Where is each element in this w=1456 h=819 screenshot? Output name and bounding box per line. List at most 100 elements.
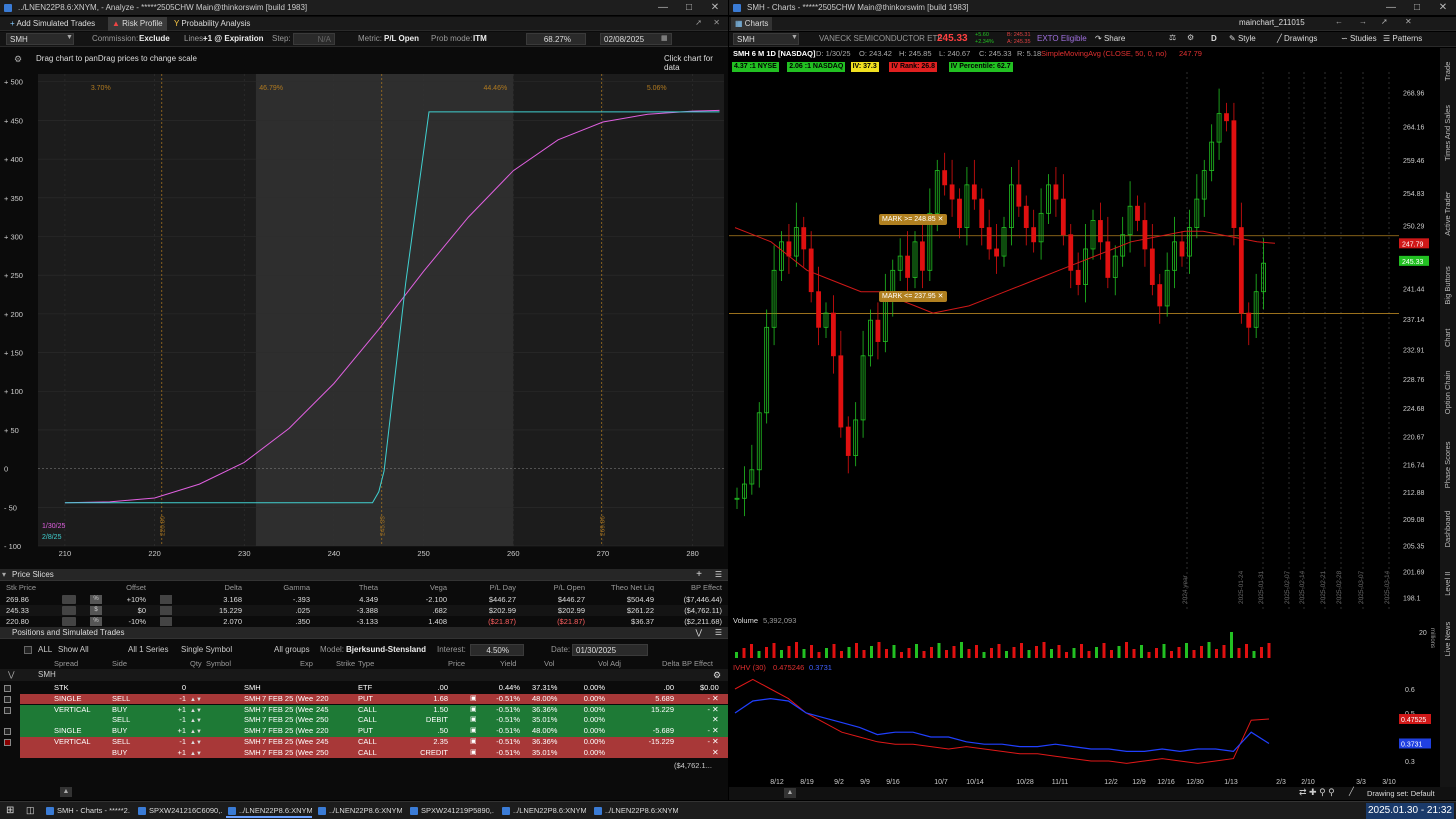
minimize-icon[interactable]: —	[650, 0, 676, 16]
share-button[interactable]: ↷ Share	[1095, 34, 1125, 43]
interest-input[interactable]: 4.50%	[470, 644, 524, 656]
probability-analysis-button[interactable]: Y Probability Analysis	[170, 17, 254, 31]
close-panel-icon[interactable]: ✕	[713, 18, 720, 27]
calendar-icon[interactable]: ▦	[661, 34, 668, 42]
collapse-icon[interactable]: ▾	[2, 569, 6, 581]
position-row[interactable]: BUY +1 SMH 7 FEB 25 (Wee 250 CALL CREDIT -0.51%…	[20, 747, 728, 759]
remove-icon[interactable]: ✕	[712, 705, 719, 716]
step-input[interactable]: N/A	[293, 33, 335, 45]
row-checkbox[interactable]	[4, 695, 11, 703]
series-dropdown[interactable]: All 1 Series	[128, 643, 168, 657]
expand-icon[interactable]: ⋁	[8, 669, 15, 681]
row-checkbox[interactable]	[4, 685, 11, 692]
gear-icon[interactable]: ⚙	[1187, 33, 1194, 42]
position-row[interactable]: SELL -1 SMH 7 FEB 25 (Wee 250 CALL DEBIT -0.51%…	[20, 715, 728, 726]
scroll-up-icon[interactable]: ▲	[784, 788, 796, 798]
side-stepper[interactable]: ▲▼	[190, 716, 202, 724]
collapse-icon[interactable]: ⋁	[695, 627, 702, 639]
add-slice-icon[interactable]: +	[696, 569, 702, 581]
windows-start-icon[interactable]: ⊞	[6, 806, 16, 816]
single-symbol-dropdown[interactable]: Single Symbol	[181, 643, 232, 657]
side-tab[interactable]: Dashboard	[1440, 502, 1456, 555]
close-icon[interactable]: ✕	[702, 0, 728, 16]
charts-tab[interactable]: ▦ Charts	[731, 17, 773, 31]
studies-button[interactable]: ∽ Studies	[1341, 34, 1377, 43]
taskbar-item[interactable]: SPXW241219P5890,...	[408, 804, 494, 818]
taskbar-item[interactable]: ../LNEN22P8.6:XNYM...	[592, 804, 678, 818]
side-tab[interactable]: Option Chain	[1440, 359, 1456, 426]
remove-icon[interactable]: ✕	[712, 748, 719, 759]
maximize-icon[interactable]: □	[1404, 0, 1430, 16]
show-all-dropdown[interactable]: Show All	[58, 643, 89, 657]
remove-icon[interactable]: ✕	[712, 737, 719, 748]
close-icon[interactable]: ✕	[1430, 0, 1456, 16]
remove-icon[interactable]: ✕	[712, 726, 719, 737]
commission-value[interactable]: Exclude	[139, 32, 170, 46]
drawing-set-label[interactable]: Drawing set: Default	[1367, 789, 1435, 798]
side-stepper[interactable]: ▲▼	[190, 727, 202, 735]
bottom-scroll[interactable]: ▲	[60, 787, 72, 797]
maximize-icon[interactable]: □	[676, 0, 702, 16]
taskbar-item[interactable]: SPXW241216C6090,...	[136, 804, 222, 818]
add-simulated-trades-button[interactable]: + Add Simulated Trades	[6, 17, 99, 31]
forward-icon[interactable]: →	[1359, 17, 1367, 26]
probability-input[interactable]: 68.27%	[526, 33, 586, 45]
menu-icon[interactable]: ☰	[715, 627, 722, 639]
price-chart[interactable]: 268.96 264.16 259.46 254.83 250.29 241.44 237.…	[729, 72, 1440, 612]
mark-upper-order[interactable]: MARK >= 248.85 ✕	[879, 214, 947, 225]
drawings-button[interactable]: ╱ Drawings	[1277, 34, 1317, 43]
taskbar-item[interactable]: ../LNEN22P8.6:XNYM...	[316, 804, 402, 818]
price-slice-row[interactable]: 269.86% +10% 3.168 -.393 4.349 -2.100 $446.27 $…	[0, 594, 728, 605]
taskbar-item[interactable]: ../LNEN22P8.6:XNYM...	[226, 804, 312, 818]
patterns-button[interactable]: ☰ Patterns	[1383, 34, 1422, 43]
settings-icon[interactable]: ⚙	[14, 54, 22, 65]
offset-stepper[interactable]	[62, 595, 76, 604]
prob-mode-value[interactable]: ITM	[473, 32, 487, 46]
side-tab[interactable]: Big Buttons	[1440, 254, 1456, 317]
chevron-down-icon[interactable]: ▼	[791, 34, 798, 41]
taskbar-item[interactable]: ../LNEN22P8.6:XNYM...	[500, 804, 586, 818]
offset-stepper[interactable]	[62, 606, 76, 615]
gear-icon[interactable]: ⚙	[713, 669, 721, 681]
lines-value[interactable]: +1 @ Expiration	[203, 32, 263, 46]
risk-profile-chart[interactable]: 3.70% 46.79% 44.46% 5.06%+ 500+ 450+ 400+ 3…	[0, 68, 728, 558]
position-row[interactable]: VERTICAL BUY +1 SMH 7 FEB 25 (Wee 245 CALL 1.50…	[4, 704, 728, 716]
row-checkbox[interactable]	[4, 728, 11, 736]
model-dropdown[interactable]: Bjerksund-Stensland	[346, 643, 426, 657]
zoom-controls[interactable]: ⇄ ✚ ⚲ ⚲	[1299, 787, 1335, 798]
side-tab[interactable]: Phase Scores	[1440, 431, 1456, 498]
checkbox[interactable]	[24, 646, 32, 654]
pin-icon[interactable]: ➚	[1381, 17, 1388, 26]
drawing-tool-icon[interactable]: ╱	[1349, 787, 1354, 796]
period-button[interactable]: D	[1211, 34, 1217, 43]
position-row[interactable]: STK 0 SMH ETF .00 0.44% 37.31% 0.00% .00 $0.00	[4, 683, 728, 694]
position-row[interactable]: VERTICAL SELL -1 SMH 7 FEB 25 (Wee 245 CALL 2.3…	[4, 737, 728, 748]
price-slice-row[interactable]: 245.33 $ $0 15.229.025 -3.388.682 $202.99 $202…	[0, 605, 728, 616]
chart-symbol-input[interactable]: SMH	[733, 33, 799, 45]
side-tab[interactable]: Trade	[1440, 54, 1456, 89]
row-checkbox[interactable]	[4, 706, 11, 714]
offset-stepper[interactable]	[62, 617, 76, 626]
mark-lower-order[interactable]: MARK <= 237.95 ✕	[879, 291, 947, 302]
positions-date-input[interactable]: 01/30/2025	[572, 644, 648, 656]
side-stepper[interactable]: ▲▼	[190, 738, 202, 746]
side-tab[interactable]: Chart	[1440, 320, 1456, 355]
metric-value[interactable]: P/L Open	[384, 32, 419, 46]
remove-icon[interactable]: ✕	[712, 715, 719, 726]
menu-icon[interactable]: ☰	[715, 569, 722, 581]
task-view-icon[interactable]: ◫	[26, 805, 35, 816]
taskbar-item[interactable]: SMH - Charts - *****2...	[44, 804, 130, 818]
side-stepper[interactable]: ▲▼	[190, 695, 202, 703]
side-tab[interactable]: Times And Sales	[1440, 93, 1456, 174]
symbol-input[interactable]: SMH	[6, 33, 74, 45]
close-panel-icon[interactable]: ✕	[1405, 17, 1412, 26]
position-row[interactable]: SINGLE SELL -1 SMH 7 FEB 25 (Wee 220 PUT 1.68 -0…	[4, 693, 728, 705]
flask-icon[interactable]: ⚖	[1169, 33, 1176, 42]
side-tab[interactable]: Level II	[1440, 559, 1456, 608]
pin-icon[interactable]: ➚	[695, 18, 702, 27]
position-row[interactable]: SINGLE BUY +1 SMH 7 FEB 25 (Wee 220 PUT .50 -0.5…	[4, 726, 728, 737]
minimize-icon[interactable]: —	[1378, 0, 1404, 16]
remove-icon[interactable]: ✕	[712, 694, 719, 705]
side-stepper[interactable]: ▲▼	[190, 749, 202, 757]
price-slice-row[interactable]: 220.80% -10% 2.070.350 -3.133 1.408 ($21.87)(…	[0, 616, 728, 627]
